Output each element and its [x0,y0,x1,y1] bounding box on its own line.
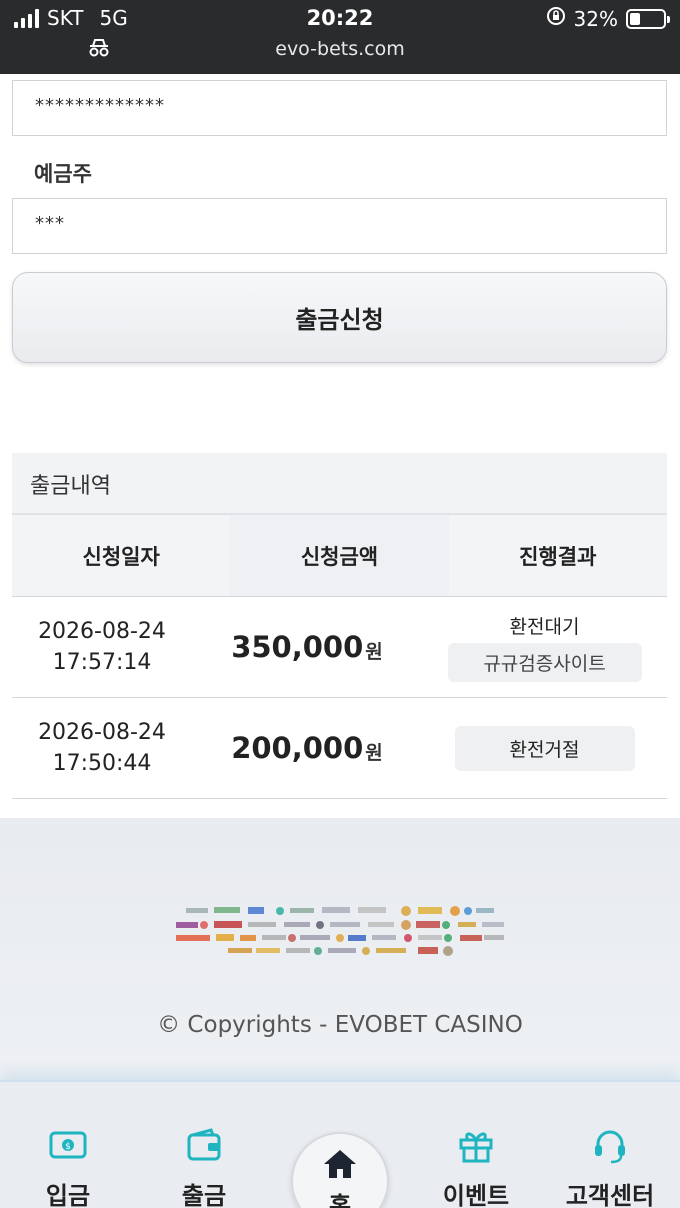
date-text: 2026-08-24 [38,619,166,644]
holder-label: 예금주 [34,162,92,186]
date-cell: 2026-08-24 17:50:44 [12,698,192,798]
column-header: 신청금액 [230,515,449,596]
nav-home[interactable]: 홈 [291,1132,389,1208]
nav-label: 출금 [181,1182,227,1208]
status-cell: 환전거절 [422,698,667,798]
currency-text: 원 [365,640,383,663]
nav-deposit[interactable]: $ 입금 [18,1128,118,1208]
battery-icon [626,8,670,29]
history-title: 출금내역 [12,453,667,515]
wallet-icon [187,1128,221,1161]
status-bar: SKT 5G 20:22 evo-bets.com 32% [0,0,680,74]
rotation-lock-icon [546,6,566,31]
table-header: 신청일자 신청금액 진행결과 [12,515,667,597]
status-right: 32% [546,6,670,31]
nav-events[interactable]: 이벤트 [426,1128,526,1208]
status-badge: 환전거절 [454,725,635,771]
home-icon [324,1150,356,1178]
account-number-input[interactable]: ************* [12,80,667,136]
footer: © Copyrights - EVOBET CASINO [0,818,680,1082]
status-text: 환전대기 [509,616,580,638]
status-cell: 환전대기 규규검증사이트 [422,597,667,697]
gift-icon [459,1132,493,1163]
nav-label: 홈 [328,1192,352,1208]
url-bar[interactable]: evo-bets.com [0,38,680,60]
nav-label: 입금 [45,1182,91,1208]
nav-label: 고객센터 [565,1182,655,1208]
table-row: 2026-08-24 17:57:14 350,000 원 환전대기 규규검증사… [12,597,667,698]
status-badge: 규규검증사이트 [447,643,642,682]
nav-withdraw[interactable]: 출금 [154,1128,254,1208]
table-row: 2026-08-24 17:50:44 200,000 원 환전거절 [12,698,667,799]
amount-text: 350,000 [231,630,364,664]
cash-icon: $ [49,1131,87,1159]
column-header: 진행결과 [519,544,597,569]
amount-text: 200,000 [231,731,364,765]
nav-label: 이벤트 [442,1182,510,1208]
amount-cell: 350,000 원 [192,597,422,697]
svg-text:$: $ [65,1142,71,1152]
headset-icon [595,1130,625,1164]
time-text: 17:50:44 [52,751,152,776]
nav-support[interactable]: 고객센터 [560,1128,660,1208]
holder-input[interactable]: *** [12,198,667,254]
withdraw-history: 출금내역 신청일자 신청금액 진행결과 2026-08-24 17:57:14 … [12,453,667,799]
amount-cell: 200,000 원 [192,698,422,798]
battery-percent: 32% [573,6,618,31]
copyright-text: © Copyrights - EVOBET CASINO [157,1012,523,1038]
date-cell: 2026-08-24 17:57:14 [12,597,192,697]
provider-logos [176,906,504,956]
bottom-nav: $ 입금 출금 홈 이벤트 고객센터 [0,1080,680,1208]
currency-text: 원 [365,741,383,764]
column-header: 신청일자 [82,544,160,569]
time-text: 17:57:14 [52,650,152,675]
withdraw-submit-button[interactable]: 출금신청 [12,272,667,363]
date-text: 2026-08-24 [38,720,166,745]
